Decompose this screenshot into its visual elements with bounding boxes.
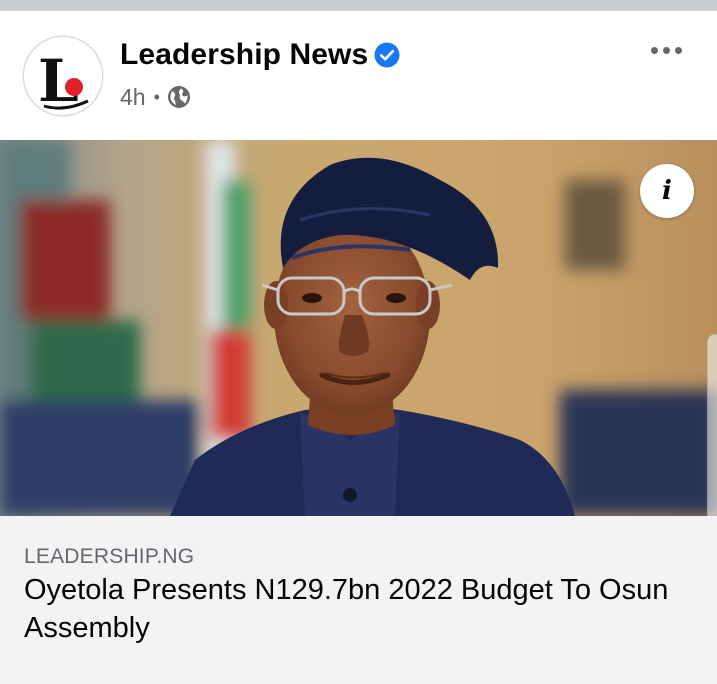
- link-preview[interactable]: LEADERSHIP.NG Oyetola Presents N129.7bn …: [0, 516, 717, 684]
- top-divider: [0, 0, 717, 11]
- more-dot: [662, 46, 670, 54]
- more-options-button[interactable]: [640, 33, 692, 67]
- globe-icon[interactable]: [167, 85, 191, 109]
- more-dot: [674, 46, 682, 54]
- page-avatar[interactable]: L: [24, 37, 102, 115]
- more-dot: [650, 46, 658, 54]
- post-time[interactable]: 4h: [120, 84, 146, 111]
- article-photo[interactable]: [0, 140, 717, 516]
- verified-badge-icon: [374, 42, 400, 68]
- leadership-logo: L: [38, 47, 89, 115]
- post-meta: 4h •: [120, 83, 191, 111]
- link-domain: LEADERSHIP.NG: [24, 545, 195, 568]
- info-button[interactable]: i: [640, 164, 694, 218]
- post-header: L Leadership News 4h •: [0, 11, 717, 140]
- side-handle[interactable]: [707, 334, 717, 536]
- page-name[interactable]: Leadership News: [120, 38, 368, 72]
- meta-separator: •: [153, 86, 160, 107]
- link-headline[interactable]: Oyetola Presents N129.7bn 2022 Budget To…: [24, 571, 704, 647]
- governor-portrait-image: [0, 140, 717, 516]
